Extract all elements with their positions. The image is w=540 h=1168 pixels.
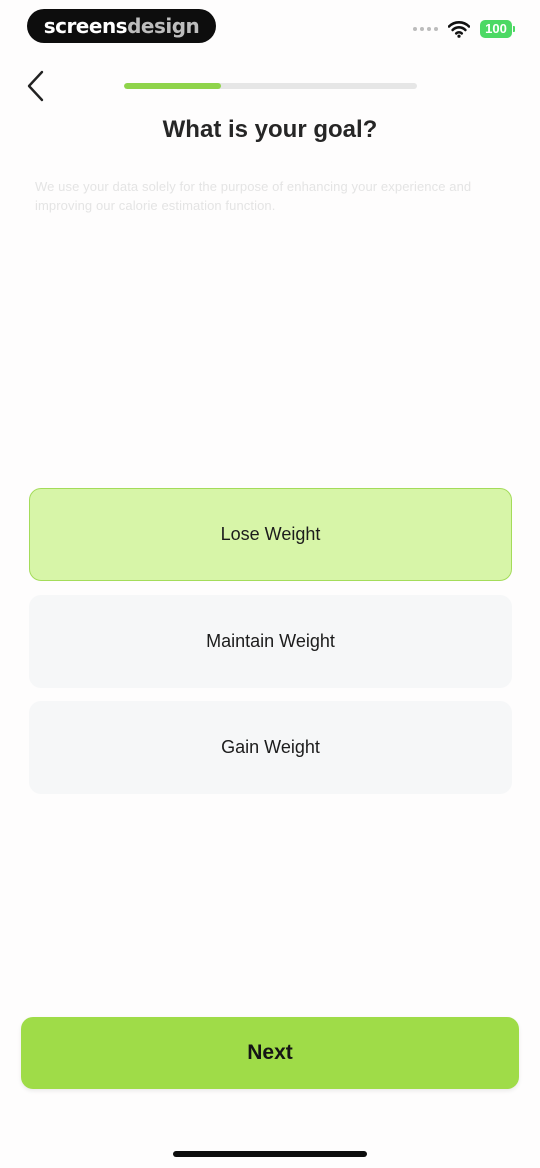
page-title: What is your goal? <box>162 116 378 143</box>
home-indicator <box>173 1151 367 1157</box>
goal-screen: screensdesign 100 What is your goal? We … <box>0 0 540 1168</box>
progress-fill <box>124 83 221 89</box>
brand-text-1: screens <box>43 14 128 38</box>
option-lose-weight[interactable]: Lose Weight <box>29 488 512 581</box>
wifi-icon <box>448 21 470 38</box>
progress-bar <box>124 83 417 89</box>
option-label: Gain Weight <box>221 737 320 757</box>
option-label: Maintain Weight <box>206 631 335 651</box>
brand-logo: screensdesign <box>27 9 216 43</box>
option-label: Lose Weight <box>220 524 321 544</box>
back-chevron-icon[interactable] <box>22 66 56 106</box>
page-subtitle: We use your data solely for the purpose … <box>35 179 472 213</box>
status-bar-right: 100 <box>413 18 515 40</box>
option-gain-weight[interactable]: Gain Weight <box>29 701 512 794</box>
next-button[interactable]: Next <box>21 1017 519 1089</box>
battery-icon: 100 <box>480 20 515 38</box>
option-maintain-weight[interactable]: Maintain Weight <box>29 595 512 688</box>
brand-text-2: design <box>127 14 200 38</box>
cellular-signal-icon <box>413 27 438 31</box>
